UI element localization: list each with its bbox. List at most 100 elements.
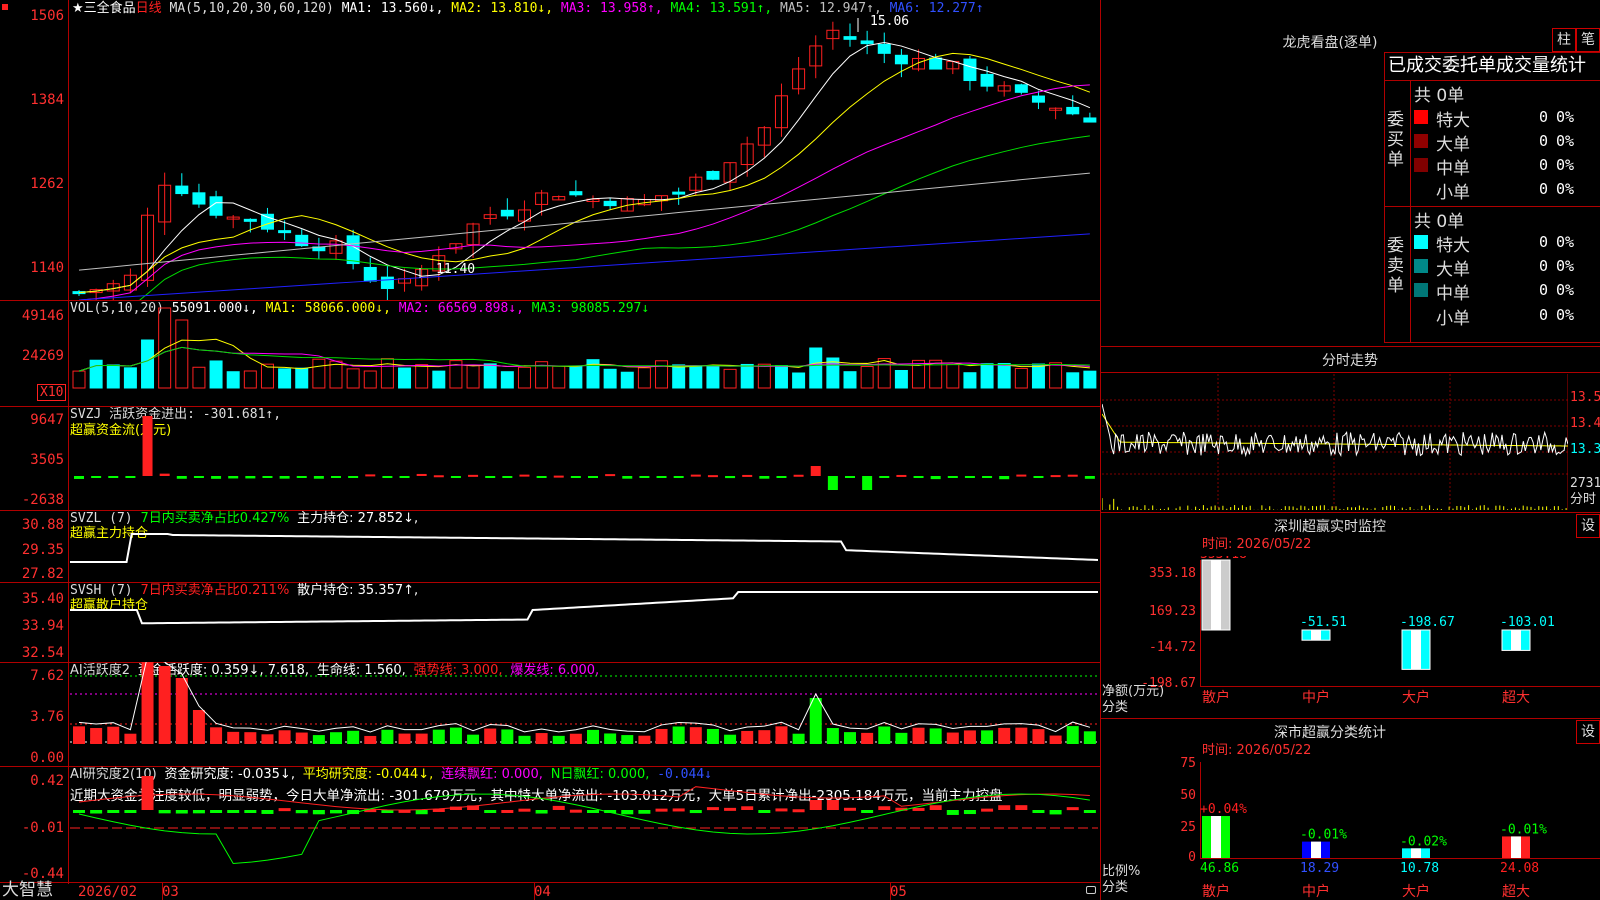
ai-res-bar — [73, 810, 85, 813]
period-label[interactable]: 日线 — [136, 1, 162, 16]
ai-act-bar — [244, 732, 257, 744]
buy-row-label: 中单 — [1436, 159, 1470, 179]
vol-unit-badge: X10 — [37, 384, 67, 401]
ai-act-bar — [963, 730, 976, 744]
volume-bar — [123, 367, 137, 389]
svzj-bar — [211, 476, 222, 479]
candle-body — [1014, 84, 1028, 93]
ai-act-bar — [261, 734, 274, 744]
svzj-bar — [245, 476, 256, 479]
svzj-bar — [673, 476, 684, 478]
star-icon[interactable]: ★ — [72, 1, 84, 16]
volume-bar — [552, 365, 566, 389]
svzj-bar — [742, 474, 753, 477]
intraday-title: 分时走势 — [1322, 353, 1378, 369]
order-stat-tab[interactable]: 已成交委托单成交量统计 — [1388, 54, 1586, 78]
svzj-bar — [759, 476, 770, 479]
svzj-chart[interactable] — [70, 406, 1098, 510]
sz-class-chart[interactable]: +0.04% 46.86 散户 -0.01% 18.29 中户 -0.02% 10.78 大户 -… — [1200, 758, 1600, 900]
candle-body — [929, 57, 943, 70]
ma2-value: MA2: 13.810↓, — [451, 1, 554, 16]
sz-monitor-time: 时间: 2026/05/22 — [1202, 537, 1312, 552]
ai-res-bar — [963, 810, 976, 815]
ai-res-bar — [741, 806, 754, 810]
ai-act-bar — [912, 727, 925, 744]
sz-monitor-bar — [1301, 629, 1331, 641]
intraday-chart[interactable] — [1102, 374, 1568, 510]
svzj-bar — [91, 476, 102, 478]
svzj-bar — [279, 476, 290, 479]
tick-mode-button[interactable]: 笔 — [1576, 28, 1600, 52]
sz-monitor-bar-label: -198.67 — [1400, 615, 1455, 630]
svzj-bar — [845, 476, 855, 478]
svzj-bar — [262, 476, 273, 478]
candle-body — [500, 209, 514, 217]
candle-body — [963, 58, 977, 82]
ai-res-bar — [1083, 810, 1096, 813]
candle-body — [260, 213, 274, 230]
ai-res-bar — [261, 810, 274, 814]
candle-body — [1066, 106, 1080, 115]
ma5-value: MA5: 12.947↑, — [780, 1, 882, 16]
ai-act-bar — [775, 726, 788, 744]
ai-act-chart[interactable] — [70, 662, 1098, 766]
ai-res-bar — [844, 807, 856, 811]
m-color-icon — [1414, 283, 1428, 297]
candle-body — [1083, 117, 1097, 123]
svzl-chart[interactable] — [70, 510, 1098, 582]
ai-act-bar — [929, 728, 942, 744]
volume-bar — [1083, 370, 1097, 389]
lock-icon[interactable] — [1086, 886, 1096, 894]
volume-bar — [500, 371, 514, 389]
sz-monitor-ylabel: 净额(万元) — [1102, 684, 1165, 699]
ai-act-bar — [347, 730, 360, 744]
buy-row-label: 小单 — [1436, 183, 1470, 203]
svzj-ytick: -2638 — [21, 492, 64, 508]
stock-name[interactable]: 三全食品 — [84, 1, 136, 16]
ai-act-bar — [398, 733, 411, 744]
volume-bar — [689, 365, 703, 389]
price-ytick: 1384 — [30, 92, 64, 108]
left-axis-border — [68, 0, 69, 884]
ai-res-bar — [809, 800, 822, 810]
sell-row-label: 中单 — [1436, 284, 1470, 304]
volume-bar — [1014, 368, 1028, 389]
candle-body — [603, 200, 617, 207]
volume-chart[interactable] — [70, 300, 1098, 406]
ai-act-bar — [192, 710, 205, 744]
sell-row-pct: 0% — [1556, 306, 1575, 324]
sz-monitor-chart[interactable]: 353.18 散户 -51.51 中户 -198.67 大户 -103.01 超大 — [1200, 556, 1600, 716]
svzj-bar — [348, 476, 359, 478]
ai-res-bar — [90, 810, 103, 814]
svzj-bar — [536, 476, 547, 478]
ai-res-bar — [621, 810, 634, 815]
ai-res-chart[interactable] — [70, 766, 1098, 882]
ai-act-bar — [672, 726, 685, 744]
sz-class-time: 时间: 2026/05/22 — [1202, 743, 1312, 758]
price-ytick: 1140 — [30, 260, 64, 276]
svzj-bar — [588, 476, 598, 478]
volume-bar — [295, 367, 309, 389]
sell-row-pct: 0% — [1556, 257, 1575, 275]
sell-orders-label: 委卖单 — [1387, 236, 1404, 296]
buy-row-value: 0 — [1538, 180, 1548, 198]
sz-class-title: 深市超赢分类统计 — [1274, 725, 1386, 741]
svsh-ytick: 32.54 — [21, 645, 64, 661]
candlestick-chart[interactable] — [70, 16, 1098, 300]
svzj-bar — [862, 476, 873, 490]
ma1-value: MA1: 13.560↓, — [341, 1, 444, 16]
ai-res-bar — [981, 808, 994, 812]
buy-row-pct: 0% — [1556, 156, 1575, 174]
sz-class-settings-button[interactable]: 设 — [1576, 720, 1600, 744]
sz-class-ytick: 50 — [1180, 788, 1196, 803]
volume-bar — [517, 366, 531, 389]
x-label: 2026/02 — [78, 884, 138, 900]
sell-row-value: 0 — [1538, 257, 1548, 275]
sz-monitor-settings-button[interactable]: 设 — [1576, 514, 1600, 538]
volume-bar — [723, 368, 737, 389]
svsh-chart[interactable] — [70, 582, 1098, 662]
svzj-bar — [433, 475, 444, 478]
volume-bar — [1066, 372, 1080, 389]
candle-body — [346, 235, 360, 265]
bar-mode-button[interactable]: 柱 — [1552, 28, 1576, 52]
